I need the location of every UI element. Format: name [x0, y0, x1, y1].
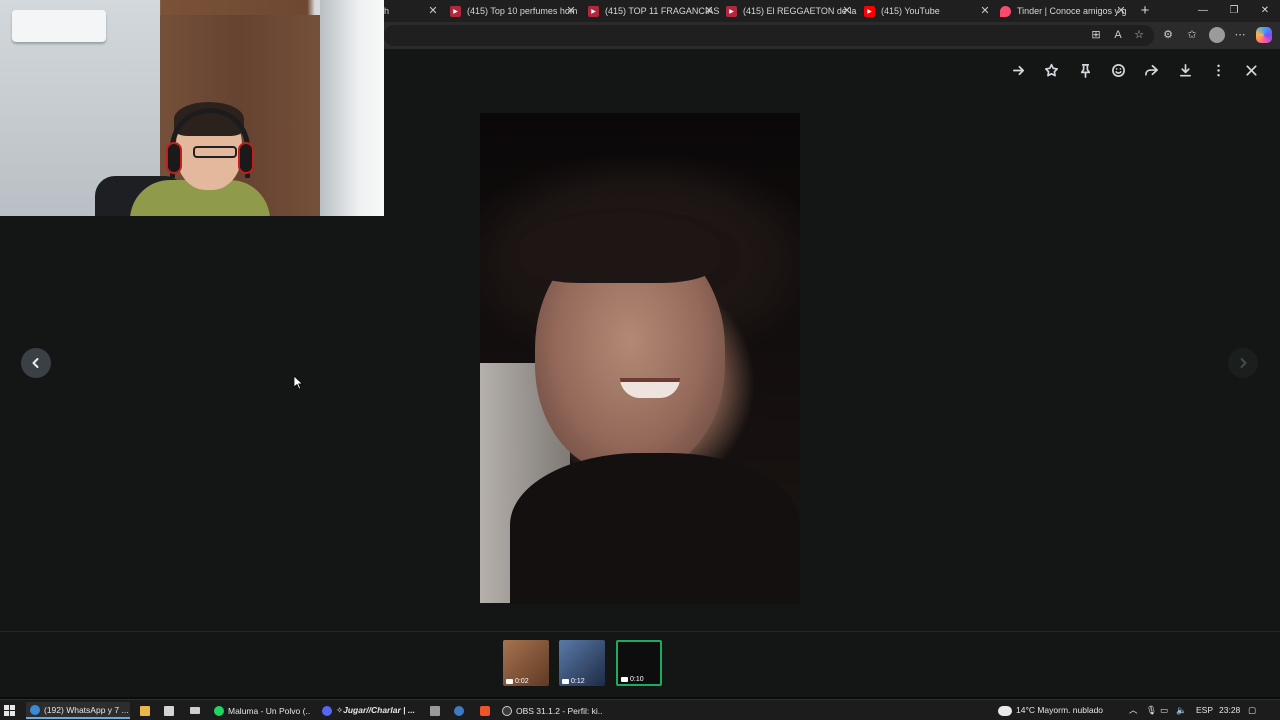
media-shirt [510, 453, 800, 604]
new-tab-button[interactable]: + [1136, 2, 1154, 20]
more-menu-icon[interactable]: ⋯ [1232, 27, 1248, 43]
read-aloud-icon[interactable]: A [1110, 27, 1126, 43]
video-camera-icon [621, 677, 628, 682]
close-icon[interactable] [1240, 59, 1262, 81]
webcam-person-glasses [193, 146, 237, 158]
taskbar-file-explorer[interactable] [136, 702, 154, 719]
taskbar-calculator[interactable] [160, 702, 178, 719]
start-button[interactable] [4, 702, 20, 719]
headset-right-cup [238, 142, 254, 174]
steam-icon [454, 705, 464, 716]
thumbnail-duration: 0:02 [506, 678, 529, 685]
profile-avatar[interactable] [1209, 27, 1225, 43]
media-video-frame[interactable] [480, 113, 800, 604]
brave-icon [480, 705, 490, 716]
mail-icon [190, 707, 200, 714]
clock[interactable]: 23:28 [1219, 702, 1240, 719]
favorite-star-icon[interactable]: ☆ [1131, 27, 1147, 43]
taskbar-brave[interactable] [476, 702, 494, 719]
browser-tab-tinder[interactable]: Tinder | Conoce amigos y g ✕ [1000, 0, 1132, 22]
webcam-window-light [320, 0, 384, 216]
address-bar[interactable] [384, 25, 1154, 46]
video-camera-icon [506, 679, 513, 684]
taskbar-steam[interactable] [450, 702, 468, 719]
tab-close-icon[interactable]: ✕ [426, 4, 440, 18]
spotify-icon [214, 705, 224, 716]
cloud-icon [998, 705, 1012, 716]
microphone-icon[interactable]: 🎙 [1146, 702, 1157, 719]
browser-tab-youtube[interactable]: ▶ (415) YouTube ✕ [864, 0, 996, 22]
pin-icon[interactable] [1074, 59, 1096, 81]
weather-widget[interactable]: 14°C Mayorm. nublado [998, 702, 1103, 719]
calculator-icon [164, 705, 174, 716]
tinder-icon [1000, 5, 1011, 17]
youtube-icon: ▶ [588, 5, 599, 17]
thumbnail-item[interactable]: 0:12 [559, 640, 605, 686]
obs-icon [502, 705, 512, 716]
download-icon[interactable] [1174, 59, 1196, 81]
folder-icon [140, 705, 150, 716]
tab-close-icon[interactable]: ✕ [564, 4, 578, 18]
window-minimize-button[interactable]: — [1188, 0, 1218, 22]
thumbnail-item[interactable]: 0:02 [503, 640, 549, 686]
mouse-cursor-icon [294, 376, 304, 390]
youtube-icon: ▶ [864, 5, 875, 17]
youtube-icon: ▶ [726, 5, 737, 17]
webcam-air-conditioner [12, 10, 106, 42]
language-indicator[interactable]: ESP [1196, 702, 1213, 719]
windows-taskbar: (192) WhatsApp y 7 ... Maluma - Un Polvo… [0, 699, 1280, 720]
extensions-icon[interactable]: ⚙ [1160, 27, 1176, 43]
more-icon[interactable] [1207, 59, 1229, 81]
tab-close-icon[interactable]: ✕ [702, 4, 716, 18]
taskbar-task-manager[interactable] [426, 702, 444, 719]
taskbar-app-discord[interactable]: ✧Jugar//Charlar | ... [318, 702, 418, 719]
edge-browser-icon [30, 704, 40, 715]
youtube-icon: ▶ [450, 5, 461, 17]
browser-tab-fragancias[interactable]: ▶ (415) TOP 11 FRAGANCIAS ✕ [588, 0, 720, 22]
notifications-icon[interactable]: ▢ [1248, 702, 1256, 719]
emoji-icon[interactable] [1107, 59, 1129, 81]
chevron-right-icon [1240, 358, 1247, 368]
forward-icon[interactable] [1140, 59, 1162, 81]
windows-logo-icon [4, 705, 15, 716]
tab-close-icon[interactable]: ✕ [1114, 4, 1128, 18]
browser-tab-whatsapp[interactable]: h ✕ [384, 0, 444, 22]
taskbar-app-obs[interactable]: OBS 31.1.2 - Perfil: ki... [498, 702, 602, 719]
browser-tab-perfumes[interactable]: ▶ (415) Top 10 perfumes hom ✕ [450, 0, 582, 22]
discord-icon [322, 705, 332, 716]
volume-icon[interactable]: 🔈 [1176, 702, 1187, 719]
thumbnail-duration: 0:12 [562, 678, 585, 685]
headset-left-cup [166, 142, 182, 174]
chevron-left-icon [32, 358, 39, 368]
video-camera-icon [562, 679, 569, 684]
taskbar-app-spotify[interactable]: Maluma - Un Polvo (... [210, 702, 310, 719]
arrow-right-icon[interactable] [1007, 59, 1029, 81]
thumbnail-item-selected[interactable]: 0:10 [616, 640, 662, 686]
previous-media-button[interactable] [21, 348, 51, 378]
star-icon[interactable] [1040, 59, 1062, 81]
media-hair-front [520, 213, 720, 283]
thumbnail-divider [0, 631, 1280, 632]
window-close-button[interactable]: ✕ [1250, 0, 1280, 22]
webcam-overlay [0, 0, 384, 216]
show-hidden-icons-icon[interactable]: ︿ [1129, 702, 1138, 719]
network-icon[interactable]: ▭ [1160, 702, 1168, 719]
favorites-icon[interactable]: ✩ [1184, 27, 1200, 43]
taskbar-app-whatsapp[interactable]: (192) WhatsApp y 7 ... [26, 702, 130, 719]
tab-close-icon[interactable]: ✕ [978, 4, 992, 18]
window-restore-button[interactable]: ❐ [1219, 0, 1249, 22]
next-media-button[interactable] [1228, 348, 1258, 378]
task-manager-icon [430, 705, 440, 716]
copilot-icon[interactable] [1256, 27, 1272, 43]
browser-tab-reggaeton[interactable]: ▶ (415) El REGGAETON de la ✕ [726, 0, 858, 22]
taskbar-mail[interactable] [186, 702, 204, 719]
tab-close-icon[interactable]: ✕ [840, 4, 854, 18]
app-available-icon[interactable]: ⊞ [1088, 27, 1104, 43]
thumbnail-duration: 0:10 [621, 676, 644, 683]
